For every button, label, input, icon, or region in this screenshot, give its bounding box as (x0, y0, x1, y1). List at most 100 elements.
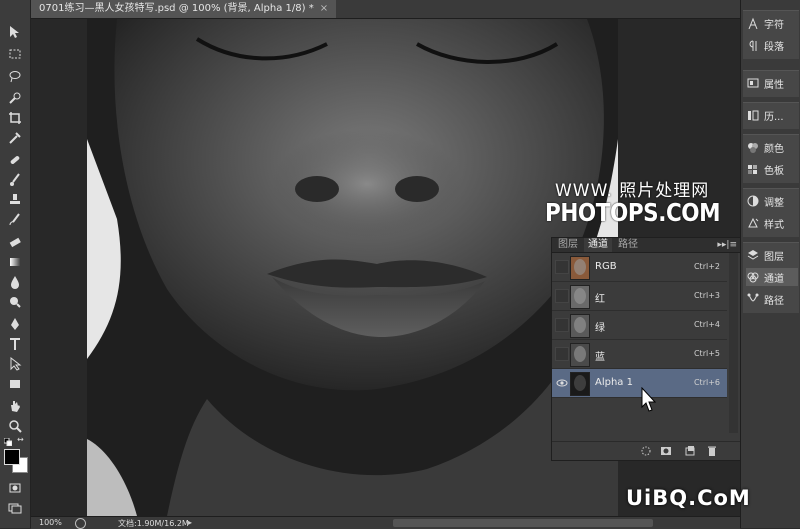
gradient-tool-icon[interactable] (5, 252, 25, 272)
dock-item-label: 颜色 (764, 143, 784, 155)
visibility-toggle[interactable] (555, 318, 569, 332)
lasso-tool-icon[interactable] (5, 66, 25, 86)
dock-item-channels[interactable]: 通道 (746, 268, 798, 286)
dodge-tool-icon[interactable] (5, 292, 25, 312)
close-icon[interactable]: × (320, 3, 328, 14)
dock-item-properties[interactable]: 属性 (746, 74, 798, 92)
load-selection-icon[interactable] (640, 445, 652, 457)
dock-item-adjustments[interactable]: 调整 (746, 192, 798, 210)
visibility-toggle[interactable] (555, 260, 569, 274)
channels-panel: 图层 通道 路径 ▸▸|≡ RGB Ctrl+2 红 Ctrl+3 绿 Ctrl+4 蓝 Ct… (551, 237, 741, 461)
dock-item-label: 图层 (764, 251, 784, 263)
dock-item-label: 调整 (764, 197, 784, 209)
history-brush-tool-icon[interactable] (5, 210, 25, 230)
eye-icon[interactable] (555, 376, 569, 390)
watermark-line2: PHOTOPS.COM (545, 198, 721, 227)
canvas-image (87, 19, 618, 516)
visibility-toggle[interactable] (555, 289, 569, 303)
quick-mask-icon[interactable] (5, 478, 25, 498)
channel-thumbnail (570, 314, 590, 338)
tools-panel: ↔ (0, 0, 31, 528)
dock-item-styles[interactable]: 样式 (746, 214, 798, 232)
dock-item-swatches[interactable]: 色板 (746, 160, 798, 178)
dock-item-label: 路径 (764, 295, 784, 307)
quick-selection-tool-icon[interactable] (5, 88, 25, 108)
channel-row[interactable]: RGB Ctrl+2 (552, 253, 727, 282)
panel-footer (552, 441, 740, 460)
eyedropper-tool-icon[interactable] (5, 128, 25, 148)
healing-brush-tool-icon[interactable] (5, 150, 25, 170)
horizontal-scrollbar[interactable] (393, 519, 653, 527)
dock-item-label: 字符 (764, 19, 784, 31)
dock-group: 图层 通道 路径 (743, 242, 799, 313)
tab-channels[interactable]: 通道 (584, 238, 612, 252)
pen-tool-icon[interactable] (5, 314, 25, 334)
paragraph-icon (746, 38, 760, 52)
dock-item-paragraph[interactable]: 段落 (746, 36, 798, 54)
channel-shortcut: Ctrl+2 (693, 262, 720, 271)
save-selection-icon[interactable] (660, 445, 672, 457)
dock-group: 历... (743, 102, 799, 129)
history-icon (746, 108, 760, 122)
character-icon (746, 16, 760, 30)
panel-dock: 字符段落属性历... 颜色色板调整样式图层通道路径 (740, 0, 800, 528)
channels-icon (746, 270, 760, 284)
channel-shortcut: Ctrl+6 (693, 378, 720, 387)
tab-layers[interactable]: 图层 (554, 238, 582, 252)
panel-menu-icon[interactable]: ▸▸|≡ (717, 238, 737, 252)
tab-paths[interactable]: 路径 (614, 238, 642, 252)
clone-stamp-tool-icon[interactable] (5, 190, 25, 210)
type-tool-icon[interactable] (5, 334, 25, 354)
corner-watermark: UiBQ.CoM (626, 486, 751, 510)
crop-tool-icon[interactable] (5, 108, 25, 128)
dock-group: 颜色 色板 (743, 134, 799, 183)
move-tool-icon[interactable] (5, 22, 25, 42)
dock-item-history[interactable]: 历... (746, 106, 798, 124)
dock-item-paths[interactable]: 路径 (746, 290, 798, 308)
visibility-toggle[interactable] (555, 347, 569, 361)
channel-row[interactable]: 绿 Ctrl+4 (552, 311, 727, 340)
delete-channel-icon[interactable] (706, 445, 718, 457)
dock-item-color[interactable]: 颜色 (746, 138, 798, 156)
swatches-icon (746, 162, 760, 176)
status-menu-arrow-icon[interactable]: ▸ (188, 518, 192, 527)
foreground-color-swatch[interactable] (4, 449, 20, 465)
channel-thumbnail (570, 285, 590, 309)
layers-icon (746, 248, 760, 262)
channel-shortcut: Ctrl+4 (693, 320, 720, 329)
default-colors-icon[interactable] (3, 436, 13, 447)
dock-item-label: 历... (764, 111, 784, 123)
dock-item-label: 样式 (764, 219, 784, 231)
channel-row[interactable]: 红 Ctrl+3 (552, 282, 727, 311)
channel-shortcut: Ctrl+5 (693, 349, 720, 358)
eraser-tool-icon[interactable] (5, 232, 25, 252)
channel-thumbnail (570, 343, 590, 367)
document-tab[interactable]: 0701练习—黑人女孩特写.psd @ 100% (背景, Alpha 1/8)… (31, 0, 337, 18)
dock-item-character[interactable]: 字符 (746, 14, 798, 32)
channel-row[interactable]: 蓝 Ctrl+5 (552, 340, 727, 369)
zoom-level[interactable]: 100% (39, 518, 62, 527)
new-channel-icon[interactable] (684, 445, 696, 457)
status-info-icon[interactable] (75, 518, 86, 529)
dock-item-label: 通道 (764, 273, 784, 285)
blur-tool-icon[interactable] (5, 272, 25, 292)
hand-tool-icon[interactable] (5, 396, 25, 416)
color-icon (746, 140, 760, 154)
screen-mode-icon[interactable] (5, 498, 25, 518)
channel-shortcut: Ctrl+3 (693, 291, 720, 300)
document-size-info: 文档:1.90M/16.2M (118, 519, 189, 528)
marquee-tool-icon[interactable] (5, 44, 25, 64)
rectangle-tool-icon[interactable] (5, 374, 25, 394)
panel-tab-strip: 图层 通道 路径 ▸▸|≡ (552, 238, 740, 253)
path-selection-tool-icon[interactable] (5, 354, 25, 374)
dock-item-label: 属性 (764, 79, 784, 91)
dock-group: 属性 (743, 70, 799, 97)
adjustments-icon (746, 194, 760, 208)
brush-tool-icon[interactable] (5, 170, 25, 190)
swap-colors-icon[interactable]: ↔ (17, 436, 25, 444)
styles-icon (746, 216, 760, 230)
status-bar: 100% 文档:1.90M/16.2M ▸ (31, 516, 740, 529)
zoom-tool-icon[interactable] (5, 416, 25, 436)
panel-scrollbar[interactable] (729, 253, 738, 433)
dock-item-layers[interactable]: 图层 (746, 246, 798, 264)
